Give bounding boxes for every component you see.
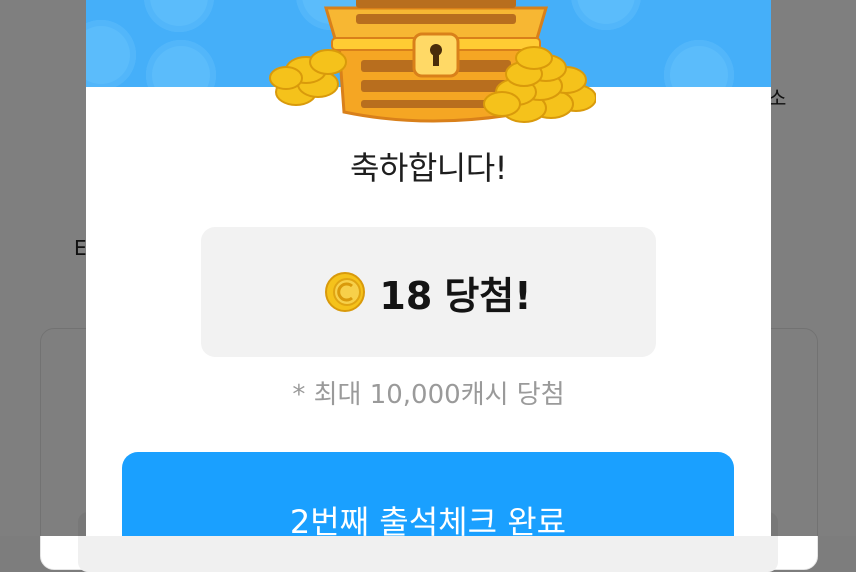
reward-modal: 축하합니다! 18 당첨! * 최대 10,000캐시 당첨 2번째 출석체크 완… bbox=[86, 0, 771, 536]
banner-coin-decoration bbox=[664, 40, 734, 87]
treasure-chest-icon bbox=[269, 0, 596, 123]
attendance-complete-button[interactable]: 2번째 출석체크 완료 bbox=[122, 452, 734, 536]
coin-icon bbox=[325, 272, 366, 312]
banner-coin-decoration bbox=[144, 0, 214, 32]
modal-title: 축하합니다! bbox=[349, 149, 508, 187]
max-reward-note: * 최대 10,000캐시 당첨 bbox=[292, 380, 565, 410]
reward-label: 당첨! bbox=[444, 273, 532, 318]
reward-amount: 18 bbox=[379, 273, 433, 318]
banner-coin-decoration bbox=[86, 20, 136, 87]
banner-coin-decoration bbox=[146, 40, 216, 87]
reward-box: 18 당첨! bbox=[201, 227, 656, 357]
